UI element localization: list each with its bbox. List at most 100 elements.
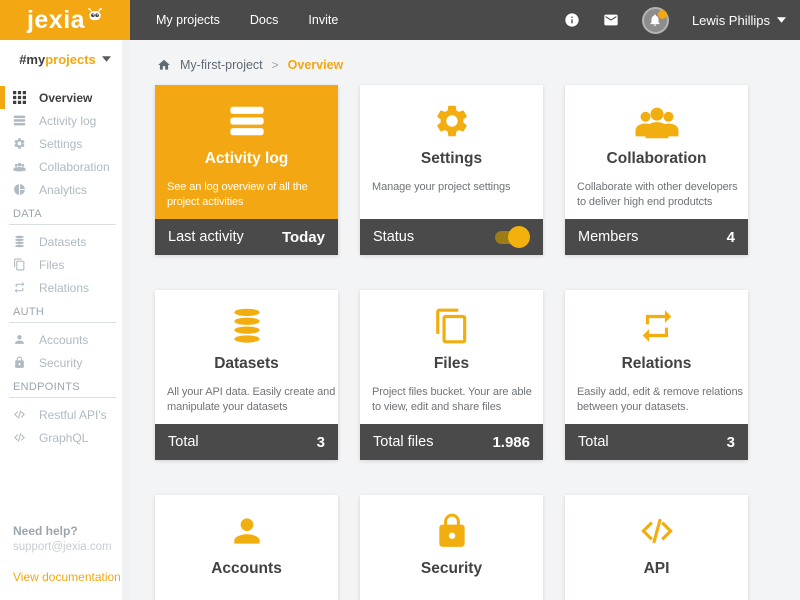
- card-datasets[interactable]: Datasets All your API data. Easily create…: [155, 290, 338, 460]
- card-title: Security: [420, 560, 483, 577]
- breadcrumb: My-first-project > Overview: [130, 40, 800, 76]
- card-body: API: [565, 495, 748, 600]
- card-footer: Last activity Today: [155, 219, 338, 255]
- status-toggle[interactable]: [495, 225, 530, 248]
- project-switcher[interactable]: #my projects: [0, 40, 130, 78]
- sidebar-item-analytics[interactable]: Analytics: [0, 178, 130, 201]
- card-description-line: All your API data. Easily create and: [167, 386, 336, 398]
- logo-text: jexia: [26, 5, 86, 34]
- breadcrumb-current: Overview: [287, 58, 344, 72]
- relations-icon: [634, 307, 680, 345]
- help-block: Need help? support@jexia.com View docume…: [13, 524, 121, 584]
- divider: [9, 224, 116, 225]
- sidebar-item-label: Activity log: [39, 113, 97, 128]
- avatar[interactable]: [641, 6, 669, 34]
- view-documentation-link[interactable]: View documentation: [13, 570, 121, 584]
- relations-icon: [13, 281, 26, 294]
- sidebar-item-overview[interactable]: Overview: [0, 86, 130, 109]
- nav-link-docs[interactable]: Docs: [250, 13, 278, 27]
- top-right-actions: Lewis Phillips: [564, 6, 800, 34]
- switcher-suffix: projects: [45, 51, 96, 67]
- database-icon: [224, 307, 270, 345]
- sidebar-item-label: Relations: [39, 280, 90, 295]
- card-relations[interactable]: Relations Easily add, edit & remove relat…: [565, 290, 748, 460]
- user-name: Lewis Phillips: [691, 12, 770, 28]
- card-icon-wrap: [167, 511, 326, 551]
- sidebar-item-settings[interactable]: Settings: [0, 132, 130, 155]
- card-api[interactable]: API: [565, 495, 748, 600]
- footer-label: Members: [578, 229, 639, 245]
- sidebar-item-label: Collaboration: [39, 159, 110, 174]
- card-body: Datasets All your API data. Easily create…: [155, 290, 338, 424]
- breadcrumb-project[interactable]: My-first-project: [180, 58, 263, 72]
- footer-value: 1.986: [492, 433, 530, 451]
- switcher-prefix: #my: [19, 51, 46, 67]
- card-footer: Status: [360, 219, 543, 255]
- sidebar-item-restful-api-s[interactable]: Restful API's: [0, 403, 130, 426]
- card-security[interactable]: Security: [360, 495, 543, 600]
- card-description-line: See an log overview of all the: [167, 181, 308, 193]
- sidebar-item-activity-log[interactable]: Activity log: [0, 109, 130, 132]
- chevron-down-icon: [102, 56, 111, 62]
- card-description-line: project activities: [167, 196, 244, 208]
- sidebar-item-label: Settings: [39, 136, 83, 151]
- footer-label: Status: [373, 229, 415, 245]
- logo[interactable]: jexia: [0, 0, 130, 40]
- card-description-line: manipulate your datasets: [167, 401, 288, 413]
- sidebar-nav: Overview Activity log Settings Collaboratio…: [0, 78, 130, 449]
- nav-link-my-projects[interactable]: My projects: [156, 13, 220, 27]
- sidebar-item-collaboration[interactable]: Collaboration: [0, 155, 130, 178]
- sidebar-item-files[interactable]: Files: [0, 253, 130, 276]
- sidebar-item-datasets[interactable]: Datasets: [0, 230, 130, 253]
- card-accounts[interactable]: Accounts: [155, 495, 338, 600]
- bars-icon: [13, 114, 26, 127]
- home-icon[interactable]: [157, 58, 171, 72]
- info-icon[interactable]: [564, 12, 580, 28]
- sidebar-item-graphql[interactable]: GraphQL: [0, 426, 130, 449]
- card-activity-log[interactable]: Activity log See an log overview of all t…: [155, 85, 338, 255]
- top-nav-links: My projects Docs Invite: [156, 13, 338, 27]
- lock-icon: [13, 356, 26, 369]
- sidebar-item-label: GraphQL: [39, 430, 89, 445]
- divider: [9, 322, 116, 323]
- main-content: My-first-project > Overview Activity log…: [130, 40, 800, 600]
- code-icon: [13, 431, 26, 444]
- card-settings[interactable]: Settings Manage your project settings Stat…: [360, 85, 543, 255]
- sidebar-section-endpoints: ENDPOINTS: [13, 381, 80, 393]
- card-description-line: to view, edit and share files: [372, 401, 502, 413]
- sidebar-item-accounts[interactable]: Accounts: [0, 328, 130, 351]
- card-icon-wrap: [577, 511, 736, 551]
- user-menu[interactable]: Lewis Phillips: [692, 13, 786, 28]
- footer-label: Total files: [373, 434, 434, 450]
- grid-icon: [13, 91, 26, 104]
- mail-icon[interactable]: [603, 12, 619, 28]
- card-description: Easily add, edit & remove relations betwe…: [577, 385, 743, 415]
- footer-label: Total: [168, 434, 199, 450]
- footer-value: 3: [726, 433, 735, 451]
- card-collaboration[interactable]: Collaboration Collaborate with other deve…: [565, 85, 748, 255]
- gear-icon: [13, 137, 26, 150]
- card-footer: Members 4: [565, 219, 748, 255]
- footer-label: Total: [578, 434, 609, 450]
- card-footer: Total 3: [565, 424, 748, 460]
- files-icon: [429, 307, 475, 345]
- card-icon-wrap: [577, 306, 736, 346]
- sidebar-item-relations[interactable]: Relations: [0, 276, 130, 299]
- card-icon-wrap: [372, 511, 531, 551]
- card-icon-wrap: [372, 101, 531, 141]
- card-body: Collaboration Collaborate with other deve…: [565, 85, 748, 219]
- sidebar-item-label: Analytics: [39, 182, 88, 197]
- people-icon: [634, 102, 680, 140]
- people-icon: [13, 160, 26, 173]
- sidebar-item-label: Security: [39, 355, 83, 370]
- card-description-line: Collaborate with other developers: [577, 181, 738, 193]
- sidebar-item-security[interactable]: Security: [0, 351, 130, 374]
- cards-grid: Activity log See an log overview of all t…: [155, 85, 800, 600]
- nav-link-invite[interactable]: Invite: [308, 13, 338, 27]
- card-footer: Total files 1.986: [360, 424, 543, 460]
- sidebar-section-data: DATA: [13, 208, 42, 220]
- card-description-line: Project files bucket. Your are able: [372, 386, 532, 398]
- help-title: Need help?: [13, 524, 78, 538]
- card-files[interactable]: Files Project files bucket. Your are able…: [360, 290, 543, 460]
- support-email-link[interactable]: support@jexia.com: [13, 541, 121, 553]
